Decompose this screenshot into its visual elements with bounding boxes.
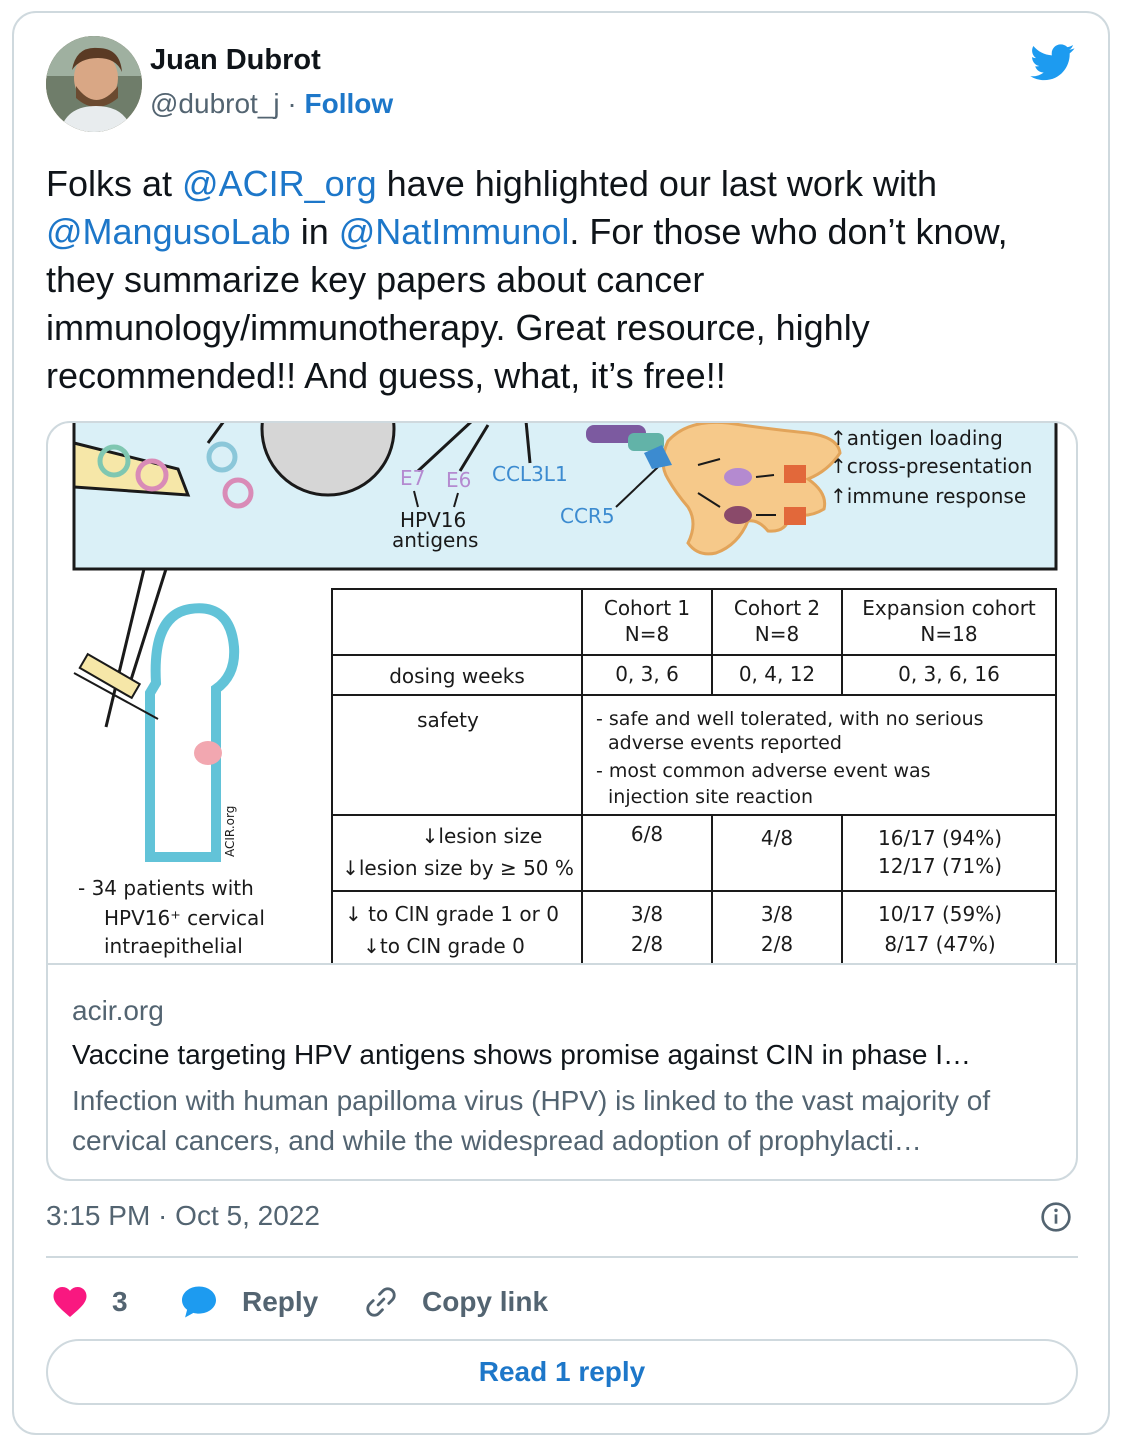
safety-line1: - safe and well tolerated, with no serio… bbox=[596, 708, 984, 730]
lesion-expansion2: 12/17 (71%) bbox=[878, 854, 1002, 878]
cross-presentation-label: ↑cross-presentation bbox=[830, 454, 1032, 478]
watermark-text: ACIR.org bbox=[223, 806, 237, 857]
article-figure: E7 E6 CCL3L1 HPV16 antigens CCR5 ↑antige… bbox=[72, 423, 1058, 963]
patients-line3: intraepithelial bbox=[104, 934, 243, 958]
divider bbox=[46, 1256, 1078, 1258]
cin-cohort2a: 3/8 bbox=[761, 902, 793, 926]
cin-cohort1b: 2/8 bbox=[631, 932, 663, 956]
cin-expansion2: 8/17 (47%) bbox=[884, 932, 995, 956]
cin-cohort2b: 2/8 bbox=[761, 932, 793, 956]
safety-label: safety bbox=[417, 708, 479, 732]
link-preview-card[interactable]: E7 E6 CCL3L1 HPV16 antigens CCR5 ↑antige… bbox=[46, 421, 1078, 1181]
author-handle[interactable]: @dubrot_j bbox=[150, 88, 280, 119]
header-cohort2: Cohort 2 bbox=[734, 596, 820, 620]
dosing-label: dosing weeks bbox=[389, 664, 525, 688]
tweet-text-part: Folks at bbox=[46, 163, 183, 204]
separator: · bbox=[287, 88, 297, 119]
tweet-text: Folks at @ACIR_org have highlighted our … bbox=[46, 160, 1066, 400]
header-cohort2-n: N=8 bbox=[755, 622, 799, 646]
reply-bubble-icon bbox=[182, 1286, 216, 1318]
mention-nat-immunol[interactable]: @NatImmunol bbox=[339, 211, 570, 252]
twitter-bird-icon[interactable] bbox=[1028, 40, 1078, 84]
cin-expansion1: 10/17 (59%) bbox=[878, 902, 1002, 926]
e6-label: E6 bbox=[446, 468, 471, 492]
author-name[interactable]: Juan Dubrot bbox=[150, 44, 321, 77]
copy-link-label: Copy link bbox=[422, 1286, 549, 1317]
header-expansion-n: N=18 bbox=[920, 622, 977, 646]
safety-line2: adverse events reported bbox=[608, 732, 842, 754]
e7-label: E7 bbox=[400, 466, 425, 490]
link-description: Infection with human papilloma virus (HP… bbox=[72, 1085, 991, 1156]
info-icon[interactable] bbox=[1040, 1201, 1072, 1233]
reply-label: Reply bbox=[242, 1286, 319, 1317]
like-count: 3 bbox=[112, 1286, 128, 1317]
antigen-loading-label: ↑antigen loading bbox=[830, 426, 1003, 450]
tweet-text-part: in bbox=[290, 211, 339, 252]
mention-acir[interactable]: @ACIR_org bbox=[182, 163, 377, 204]
follow-link[interactable]: Follow bbox=[305, 88, 394, 119]
lesion-cohort2: 4/8 bbox=[761, 826, 793, 850]
avatar-image bbox=[46, 36, 142, 132]
safety-text: - safe and well tolerated, with no serio… bbox=[596, 708, 984, 808]
mention-manguso-lab[interactable]: @MangusoLab bbox=[46, 211, 291, 252]
cin-label2: ↓to CIN grade 0 bbox=[363, 934, 525, 958]
reply-button[interactable]: Reply bbox=[180, 1282, 318, 1322]
dosing-expansion: 0, 3, 6, 16 bbox=[898, 662, 1000, 686]
copy-link-button[interactable]: Copy link bbox=[364, 1282, 548, 1322]
patients-line1: - 34 patients with bbox=[78, 876, 254, 900]
link-icon bbox=[366, 1287, 396, 1317]
ccl3l1-label: CCL3L1 bbox=[492, 462, 568, 486]
header-expansion: Expansion cohort bbox=[862, 596, 1036, 620]
link-title: Vaccine targeting HPV antigens shows pro… bbox=[72, 1039, 972, 1070]
header-cohort1-n: N=8 bbox=[625, 622, 669, 646]
safety-line4: injection site reaction bbox=[608, 786, 813, 808]
like-button[interactable]: 3 bbox=[52, 1282, 128, 1322]
tweet-timestamp[interactable]: 3:15 PM · Oct 5, 2022 bbox=[46, 1200, 320, 1232]
link-domain: acir.org bbox=[72, 995, 164, 1026]
heart-icon bbox=[53, 1287, 87, 1317]
link-card-meta[interactable]: acir.org Vaccine targeting HPV antigens … bbox=[48, 963, 1076, 1179]
patients-line2: HPV16⁺ cervical bbox=[104, 906, 265, 930]
author-handle-row: @dubrot_j · Follow bbox=[150, 88, 393, 120]
cin-cohort1a: 3/8 bbox=[631, 902, 663, 926]
safety-line3: - most common adverse event was bbox=[596, 760, 931, 782]
lesion-expansion1: 16/17 (94%) bbox=[878, 826, 1002, 850]
tweet-text-part: have highlighted our last work with bbox=[376, 163, 937, 204]
ccr5-label: CCR5 bbox=[560, 504, 615, 528]
cin-label1: ↓ to CIN grade 1 or 0 bbox=[345, 902, 559, 926]
dosing-cohort2: 0, 4, 12 bbox=[739, 662, 815, 686]
dosing-cohort1: 0, 3, 6 bbox=[615, 662, 679, 686]
immune-response-label: ↑immune response bbox=[830, 484, 1026, 508]
antigens-label: antigens bbox=[392, 528, 478, 552]
lesion-cohort1: 6/8 bbox=[631, 822, 663, 846]
lesion-label1: ↓lesion size bbox=[422, 824, 543, 848]
read-replies-button[interactable]: Read 1 reply bbox=[46, 1339, 1078, 1405]
patient-body-outline bbox=[145, 603, 240, 862]
header-cohort1: Cohort 1 bbox=[604, 596, 690, 620]
avatar[interactable] bbox=[46, 36, 142, 132]
lesion-label2: ↓lesion size by ≥ 50 % bbox=[342, 856, 574, 880]
